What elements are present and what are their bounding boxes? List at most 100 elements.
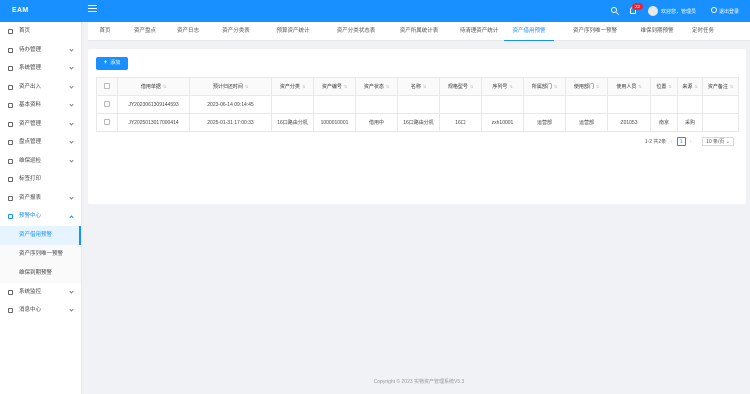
sidebar-item-inout[interactable]: 资产出入 xyxy=(0,78,81,97)
tab-scheduled-task[interactable]: 定时任务 xyxy=(686,22,720,41)
column-header[interactable]: 来源 ⇅ xyxy=(677,77,703,96)
sidebar-item-report[interactable]: 资产报表 xyxy=(0,189,81,208)
column-header[interactable]: 资产备注 ⇅ xyxy=(702,77,739,96)
chevron-down-icon xyxy=(69,65,74,70)
add-button-label: 添加 xyxy=(110,60,121,66)
column-header[interactable]: 使用人员 ⇅ xyxy=(607,77,651,96)
search-icon[interactable] xyxy=(611,7,617,13)
column-header[interactable]: 所属部门 ⇅ xyxy=(523,77,566,96)
chevron-up-icon xyxy=(69,215,74,220)
home-icon xyxy=(8,29,13,34)
tab-asset-inventory[interactable]: 资产盘点 xyxy=(130,22,160,41)
table-cell xyxy=(481,95,524,114)
sort-icon[interactable]: ⇅ xyxy=(163,85,166,89)
welcome-text[interactable]: 欢迎您，管理员 xyxy=(661,8,696,15)
message-icon xyxy=(8,308,13,313)
tab-borrow-warning[interactable]: 资产借用预警 xyxy=(504,22,554,41)
table-row[interactable]: JY2023061309144593 2023-06-14 09:14:45 xyxy=(96,95,739,114)
tab-budget-stats[interactable]: 预算资产统计 xyxy=(268,22,318,41)
tab-asset-category[interactable]: 资产分类表 xyxy=(216,22,256,41)
inventory-icon xyxy=(8,140,13,145)
menu-fold-icon[interactable] xyxy=(88,5,97,14)
sidebar-item-message[interactable]: 消息中心 xyxy=(0,301,81,320)
logout-button[interactable]: 退出登录 xyxy=(711,8,739,15)
sort-icon[interactable]: ⇅ xyxy=(509,85,512,89)
sort-icon[interactable]: ⇅ xyxy=(302,85,305,89)
chevron-down-icon: ⌄ xyxy=(725,139,730,145)
logout-label: 退出登录 xyxy=(719,9,740,15)
notification-badge: 22 xyxy=(632,3,643,10)
tab-asset-log[interactable]: 资产日志 xyxy=(173,22,203,41)
sidebar-item-print[interactable]: 标签打印 xyxy=(0,170,81,189)
profile-icon xyxy=(8,103,13,108)
sidebar-item-monitor[interactable]: 系统监控 xyxy=(0,283,81,302)
sidebar-item-inventory[interactable]: 盘点管理 xyxy=(0,133,81,152)
column-header-label: 资产编号 xyxy=(321,84,342,90)
column-header[interactable]: 位置 ⇅ xyxy=(650,77,678,96)
app-logo[interactable]: EAM xyxy=(12,7,28,14)
sidebar-item-home[interactable]: 首页 xyxy=(0,22,81,41)
column-header[interactable]: 序列号 ⇅ xyxy=(481,77,524,96)
sidebar-item-label: 基本资料 xyxy=(19,102,42,108)
sort-icon[interactable]: ⇅ xyxy=(694,85,697,89)
tab-serial-warning[interactable]: 资产序列唯一预警 xyxy=(564,22,626,41)
sidebar-subitem-borrow-warning[interactable]: 资产借用预警 xyxy=(0,225,81,245)
tab-category-status[interactable]: 资产分类状态表 xyxy=(325,22,387,41)
sidebar-item-asset[interactable]: 资产管理 xyxy=(0,115,81,134)
tab-ownership-stats[interactable]: 资产所属统计表 xyxy=(388,22,450,41)
header-select-all[interactable] xyxy=(96,77,118,96)
chevron-down-icon xyxy=(69,307,74,312)
sidebar-subitem-serial-warning[interactable]: 资产序列唯一预警 xyxy=(0,245,81,264)
sort-icon[interactable]: ⇅ xyxy=(386,85,389,89)
column-header[interactable]: 借用单据 ⇅ xyxy=(117,77,190,96)
add-button[interactable]: + 添加 xyxy=(96,57,128,70)
sort-icon[interactable]: ⇅ xyxy=(668,85,671,89)
column-header[interactable]: 规格型号 ⇅ xyxy=(439,77,482,96)
sidebar-item-system[interactable]: 系统管理 xyxy=(0,59,81,78)
sidebar-subitem-maintenance-warning[interactable]: 维保到期预警 xyxy=(0,264,81,283)
settings-icon xyxy=(8,66,13,71)
column-header[interactable]: 名称 ⇅ xyxy=(397,77,440,96)
chevron-right-icon[interactable]: › xyxy=(690,139,692,145)
table-header-row: 借用单据 ⇅ 预计归还时间 ⇅ 资产分类 ⇅ 资产编号 ⇅ 资产状态 ⇅ 名称 ⇅ 规格型号… xyxy=(96,77,739,96)
page-number[interactable]: 1 xyxy=(676,137,686,146)
tab-cleanup-stats[interactable]: 待清理资产统计 xyxy=(448,22,510,41)
column-header-label: 资产备注 xyxy=(707,84,728,90)
avatar[interactable] xyxy=(648,6,658,16)
sort-icon[interactable]: ⇅ xyxy=(554,85,557,89)
sidebar-item-label: 首页 xyxy=(19,28,31,34)
row-select[interactable] xyxy=(96,113,118,132)
column-header-label: 使用人员 xyxy=(616,84,637,90)
column-header-label: 资产分类 xyxy=(279,84,300,90)
page-size-label: 10 条/页 xyxy=(706,139,725,145)
page-size-select[interactable]: 10 条/页 ⌄ xyxy=(702,137,734,146)
tab-maintenance-warning[interactable]: 维保到期预警 xyxy=(632,22,682,41)
column-header[interactable]: 资产分类 ⇅ xyxy=(271,77,314,96)
sort-icon[interactable]: ⇅ xyxy=(423,85,426,89)
table-cell xyxy=(313,95,356,114)
column-header[interactable]: 资产编号 ⇅ xyxy=(313,77,356,96)
sort-icon[interactable]: ⇅ xyxy=(470,85,473,89)
checkbox[interactable] xyxy=(104,83,110,90)
chevron-left-icon[interactable]: ‹ xyxy=(671,139,673,145)
column-header[interactable]: 预计归还时间 ⇅ xyxy=(189,77,272,96)
chevron-down-icon xyxy=(69,83,74,89)
sidebar-item-label: 消息中心 xyxy=(19,307,42,313)
table-row[interactable]: JY2025013017000414 2025-01-31 17:00:33 1… xyxy=(96,113,739,132)
column-header[interactable]: 资产状态 ⇅ xyxy=(355,77,398,96)
sidebar-item-maintenance[interactable]: 维保巡检 xyxy=(0,152,81,171)
column-header[interactable]: 使用部门 ⇅ xyxy=(565,77,608,96)
tab-home[interactable]: 首页 xyxy=(94,22,116,41)
sidebar-item-warning[interactable]: 预警中心 xyxy=(0,207,81,226)
sort-icon[interactable]: ⇅ xyxy=(344,85,347,89)
sort-icon[interactable]: ⇅ xyxy=(638,85,641,89)
sort-icon[interactable]: ⇅ xyxy=(730,85,733,89)
table-cell xyxy=(565,95,608,114)
row-select[interactable] xyxy=(96,95,118,114)
sidebar-item-todo[interactable]: 待办管理 xyxy=(0,41,81,60)
checkbox[interactable] xyxy=(104,119,110,126)
sort-icon[interactable]: ⇅ xyxy=(596,85,599,89)
sidebar-item-profile[interactable]: 基本资料 xyxy=(0,96,81,115)
sort-icon[interactable]: ⇅ xyxy=(245,85,248,89)
checkbox[interactable] xyxy=(104,101,110,108)
